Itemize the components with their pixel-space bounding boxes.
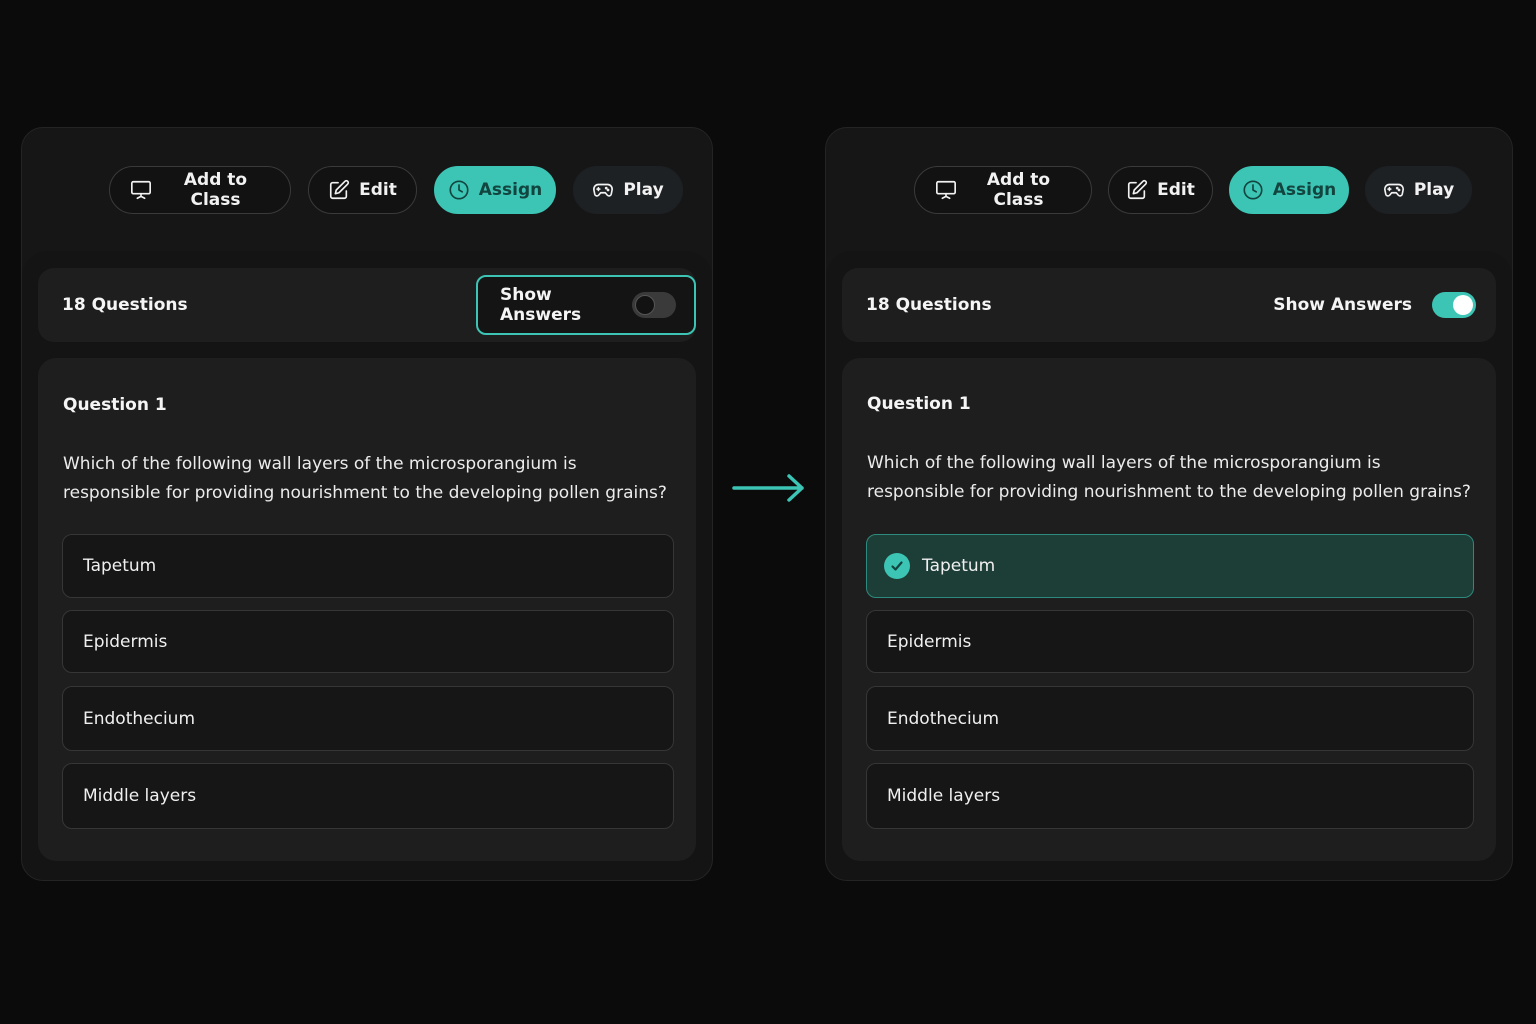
action-toolbar: Add to Class Edit Assign Play <box>109 166 683 214</box>
gamepad-icon <box>1383 183 1404 197</box>
answer-option[interactable]: Middle layers <box>866 763 1474 829</box>
show-answers-toggle[interactable] <box>632 292 676 318</box>
edit-button[interactable]: Edit <box>1108 166 1213 214</box>
checkmark-circle-icon <box>884 553 910 579</box>
answer-option-label: Epidermis <box>83 631 168 652</box>
edit-label: Edit <box>359 180 397 200</box>
answer-option-label: Tapetum <box>922 556 996 576</box>
question-card: Question 1 Which of the following wall l… <box>842 358 1496 861</box>
answer-option[interactable]: Epidermis <box>62 610 674 673</box>
presentation-board-icon <box>936 180 956 200</box>
answer-option-label: Epidermis <box>887 631 972 652</box>
play-button[interactable]: Play <box>573 166 683 214</box>
questions-count: 18 Questions <box>866 295 992 315</box>
answer-option-label: Endothecium <box>83 708 196 729</box>
show-answers-toggle[interactable] <box>1432 292 1476 318</box>
clock-icon <box>1243 180 1263 200</box>
answer-option[interactable]: Endothecium <box>62 686 674 751</box>
presentation-board-icon <box>131 180 151 200</box>
toggle-knob <box>1453 295 1473 315</box>
assign-button[interactable]: Assign <box>434 166 556 214</box>
quiz-panel-answers-shown: Add to Class Edit Assign Play 18 Questio… <box>825 127 1513 881</box>
show-answers-label: Show Answers <box>1273 295 1412 315</box>
edit-button[interactable]: Edit <box>308 166 417 214</box>
add-to-class-label: Add to Class <box>183 170 248 210</box>
quiz-content: 18 Questions Show Answers Question 1 Whi… <box>22 251 712 880</box>
question-title: Question 1 <box>867 394 971 414</box>
add-to-class-label: Add to Class <box>986 170 1051 210</box>
gamepad-icon <box>593 183 614 197</box>
question-card: Question 1 Which of the following wall l… <box>38 358 696 861</box>
quiz-panel-answers-hidden: Add to Class Edit Assign Play 18 Questio… <box>21 127 713 881</box>
answer-option-label: Middle layers <box>83 786 197 806</box>
question-text: Which of the following wall layers of th… <box>63 454 667 503</box>
show-answers-control[interactable]: Show Answers <box>476 275 696 335</box>
play-label: Play <box>1413 180 1455 200</box>
question-text: Which of the following wall layers of th… <box>867 453 1471 502</box>
answer-option-label: Tapetum <box>83 556 157 576</box>
answer-option[interactable]: Tapetum <box>62 534 674 598</box>
add-to-class-button[interactable]: Add to Class <box>109 166 291 214</box>
assign-label: Assign <box>1272 180 1337 200</box>
assign-button[interactable]: Assign <box>1229 166 1349 214</box>
question-title: Question 1 <box>63 395 167 415</box>
action-toolbar: Add to Class Edit Assign Play <box>914 166 1472 214</box>
assign-label: Assign <box>478 180 543 200</box>
answer-option[interactable]: Endothecium <box>866 686 1474 751</box>
questions-count: 18 Questions <box>62 295 188 315</box>
answer-option[interactable]: Epidermis <box>866 610 1474 673</box>
play-label: Play <box>623 180 664 200</box>
answer-option-label: Endothecium <box>887 708 1000 729</box>
toggle-knob <box>635 295 655 315</box>
show-answers-control[interactable]: Show Answers <box>1251 275 1496 335</box>
edit-label: Edit <box>1157 180 1195 200</box>
show-answers-label: Show Answers <box>500 285 582 325</box>
pencil-square-icon <box>330 179 350 200</box>
add-to-class-button[interactable]: Add to Class <box>914 166 1092 214</box>
arrow-right-icon <box>732 474 804 502</box>
quiz-content: 18 Questions Show Answers Question 1 Whi… <box>826 251 1512 880</box>
questions-header-bar: 18 Questions Show Answers <box>38 268 696 342</box>
questions-header-bar: 18 Questions Show Answers <box>842 268 1496 342</box>
play-button[interactable]: Play <box>1365 166 1472 214</box>
answer-option-correct[interactable]: Tapetum <box>866 534 1474 598</box>
answer-option-label: Middle layers <box>887 786 1001 806</box>
answer-option[interactable]: Middle layers <box>62 763 674 829</box>
pencil-square-icon <box>1128 179 1148 200</box>
clock-icon <box>449 180 469 200</box>
